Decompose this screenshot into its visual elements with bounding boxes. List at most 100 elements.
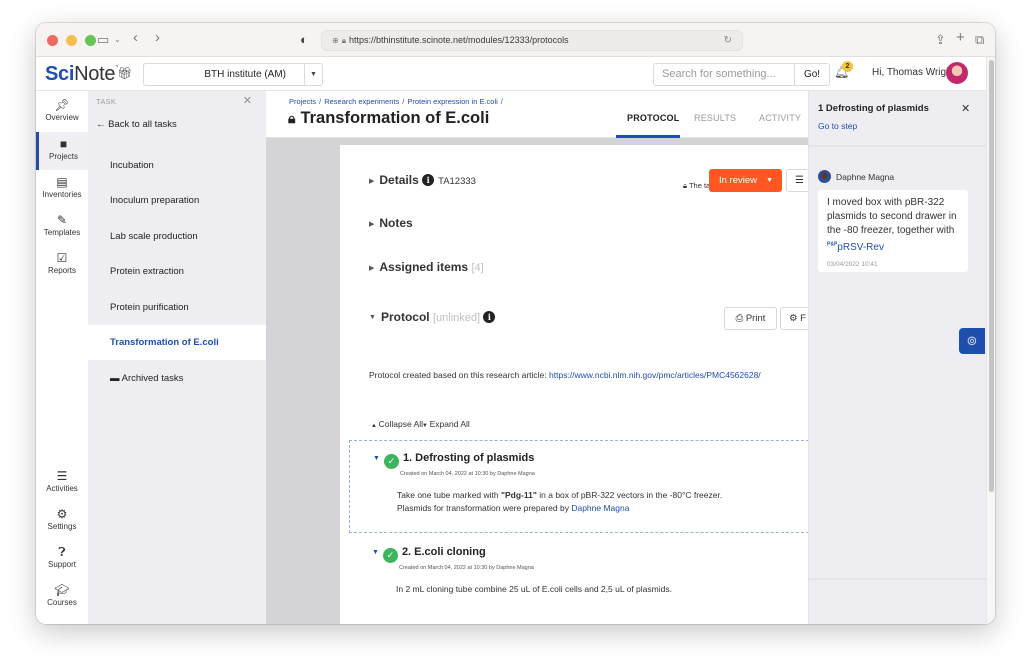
options-label: F [800,313,806,324]
assigned-items-toggle[interactable]: ▶ Assigned items [4] [369,260,484,274]
task-item-active[interactable]: Transformation of E.coli [88,325,266,360]
close-window-button[interactable] [47,35,58,46]
pin-icon: 📌︎ [54,98,70,112]
tabs-icon[interactable]: ⧉ [975,31,984,49]
scrollbar-thumb[interactable] [989,60,994,492]
print-button[interactable]: ⎙ Print [724,307,777,330]
nav-courses[interactable]: 🎓︎ Courses [36,578,88,616]
help-lifebuoy-button[interactable]: ⊚ [959,328,985,354]
task-sidebar: TASK ✕ ← Back to all tasks Incubation In… [88,91,266,624]
protocol-step[interactable]: ▼ ✓ 1. Defrosting of plasmids Created on M… [349,440,808,533]
go-to-step-link[interactable]: Go to step [818,121,857,131]
page-title: 🔒︎ Transformation of E.coli [288,109,489,128]
edit-icon: ✎ [56,213,68,227]
task-item[interactable]: Inoculum preparation [88,183,266,218]
nav-label: Overview [45,113,79,122]
nav-activities[interactable]: ☰ Activities [36,464,88,502]
check-circle-icon[interactable]: ✓ [383,454,399,469]
maximize-window-button[interactable] [85,35,96,46]
details-section-toggle[interactable]: ▶ Details i TA12333 [369,173,476,187]
task-item[interactable]: Protein extraction [88,254,266,289]
tab-protocol[interactable]: PROTOCOL [627,113,679,123]
nav-label: Courses [47,598,77,607]
expand-all-button[interactable]: ▼ Expand All [422,419,470,429]
scinote-logo[interactable]: SciNote` [45,63,119,86]
article-link[interactable]: https://www.ncbi.nlm.nih.gov/pmc/article… [549,370,761,380]
status-value: In review [719,175,758,186]
item-mention-link[interactable]: P&PpRSV-Rev [827,242,884,253]
caret-down-icon[interactable]: ▼ [304,64,322,85]
task-item[interactable]: Incubation [88,148,266,183]
nav-label: Settings [47,522,77,531]
caret-down-icon[interactable]: ▼ [373,455,380,462]
nav-settings[interactable]: ⚙ Settings [36,502,88,540]
page-scrollbar[interactable] [986,57,995,624]
nav-label: Templates [43,228,81,237]
nav-projects[interactable]: ■ Projects [36,132,88,170]
archived-tasks-link[interactable]: ▬ Archived tasks [88,361,266,396]
share-icon[interactable]: ⇪ [935,31,946,49]
nav-templates[interactable]: ✎ Templates [36,208,88,246]
sidebar-icon[interactable]: ▭ [97,31,109,49]
list-box-icon: ▤ [56,175,68,189]
comment-author: Daphne Magna [818,170,894,183]
task-item[interactable]: Protein purification [88,290,266,325]
caret-down-icon: ▼ [369,314,376,322]
comment-date: 03/04/2022 10:41 [827,261,878,269]
forward-icon[interactable]: › [155,29,160,47]
nav-label: Reports [47,266,76,275]
step-title[interactable]: ▼ ✓ 2. E.coli cloning [372,546,486,563]
protocol-step[interactable]: ▼✓3. Incubation on ice - 30 minutes [349,619,808,624]
step-title[interactable]: ▼ ✓ 1. Defrosting of plasmids [373,452,534,469]
protocol-step[interactable]: ▼ ✓ 2. E.coli cloning Created on March 04,… [349,535,808,624]
comments-title: 1 Defrosting of plasmids [818,103,929,114]
breadcrumb-projects[interactable]: Projects [289,97,316,106]
task-item[interactable]: Lab scale production [88,219,266,254]
user-mention-link[interactable]: Daphne Magna [571,503,629,513]
comments-header: 1 Defrosting of plasmids ✕ Go to step [809,91,987,147]
question-icon: ❓︎ [58,545,66,559]
breadcrumb-project[interactable]: Protein expression in E.coli [407,97,497,106]
nav-label: Projects [49,152,78,161]
shield-icon[interactable]: ◐ [300,31,308,49]
chevron-down-icon[interactable]: ⌄ [114,31,121,49]
task-id: TA12333 [438,176,476,187]
minimize-window-button[interactable] [66,35,77,46]
arrow-left-icon: ← [96,119,109,130]
info-icon[interactable]: i [422,174,435,186]
status-dropdown[interactable]: In review ▼ [709,169,782,192]
archive-icon: ▬ [110,373,122,384]
back-to-all-tasks-link[interactable]: ← Back to all tasks [96,119,177,130]
new-tab-icon[interactable]: + [956,29,965,47]
notes-section-toggle[interactable]: ▶ Notes [369,216,413,230]
actions-menu-button[interactable]: ☰ [786,169,808,192]
protocol-section-toggle[interactable]: ▼ Protocol [unlinked] i [369,310,496,324]
nav-support[interactable]: ❓︎ Support [36,540,88,578]
tab-results[interactable]: RESULTS [694,113,736,123]
assigned-label: Assigned items [379,260,469,274]
caret-down-icon[interactable]: ▼ [372,549,379,556]
info-icon[interactable]: i [483,311,496,323]
list-icon: ☰ [795,175,804,186]
team-selector[interactable]: BTH institute (AM) ▼ [143,63,323,86]
protocol-options-button[interactable]: ⚙ F [780,307,808,330]
logo-bold: Sci [45,63,75,85]
address-bar[interactable]: ⊕ 🔒︎ https://bthinstitute.scinote.net/modu… [321,30,743,51]
nav-overview[interactable]: 📌︎ Overview [36,93,88,131]
nav-reports[interactable]: ☑ Reports [36,246,88,284]
nav-inventories[interactable]: ▤ Inventories [36,170,88,208]
search-go-button[interactable]: Go! [794,63,830,86]
collapse-all-button[interactable]: ▲ Collapse All [371,419,423,429]
check-circle-icon[interactable]: ✓ [382,548,398,563]
user-avatar[interactable] [946,62,968,84]
breadcrumb-experiment[interactable]: Research experiments [324,97,399,106]
user-greeting[interactable]: Hi, Thomas Wright [872,67,954,78]
tab-activity[interactable]: ACTIVITY [759,113,801,123]
search-input[interactable]: Search for something... [653,63,798,86]
close-icon[interactable]: ✕ [961,102,970,115]
back-icon[interactable]: ‹ [133,29,138,47]
step-text: Take one tube marked with "Pdg-11" in a … [397,490,723,513]
reload-icon[interactable]: ↻ [724,31,732,50]
close-icon[interactable]: ✕ [243,94,252,107]
gift-icon[interactable]: 🎁︎ [117,66,132,80]
